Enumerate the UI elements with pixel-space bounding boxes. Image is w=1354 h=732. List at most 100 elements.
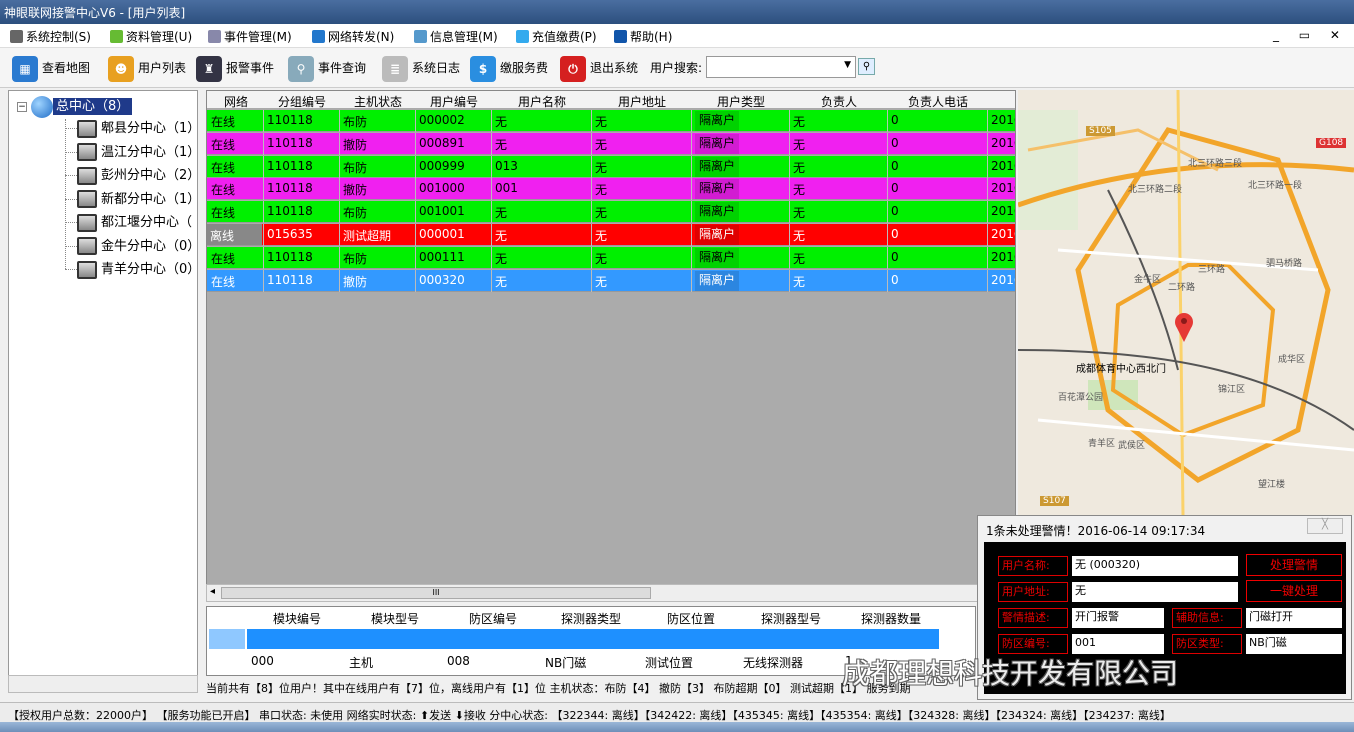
handle-alarm-button[interactable]: 处理警情: [1246, 554, 1342, 576]
tree-node-1[interactable]: 郫县分中心（1）: [65, 117, 200, 139]
grid-col-header[interactable]: 用户名称: [493, 93, 591, 110]
tree-node-5[interactable]: 都江堰分中心（: [65, 211, 192, 233]
map-label: 武侯区: [1118, 441, 1146, 451]
menu-item-7[interactable]: 帮助(H): [614, 28, 672, 45]
toolbar-button-5[interactable]: ≣ 系统日志: [382, 54, 460, 82]
grid-col-header[interactable]: 用户编号: [417, 93, 491, 110]
tree-node-3[interactable]: 彭州分中心（2）: [65, 164, 200, 186]
cell-owner: 无: [793, 183, 806, 198]
tree-node-7[interactable]: 青羊分中心（0）: [65, 258, 200, 280]
toolbar-button-4[interactable]: ⚲ 事件查询: [288, 54, 366, 82]
user-address-field[interactable]: 无: [1072, 582, 1238, 602]
table-row[interactable]: 在线 110118 布防 000999 013 无 隔离户 无 0 2016: [207, 155, 1015, 178]
menu-item-6[interactable]: 充值缴费(P): [516, 28, 597, 45]
grid-horizontal-scrollbar[interactable]: ◂ III: [206, 584, 1016, 602]
detail-col-header[interactable]: 探测器类型: [543, 610, 639, 627]
cell-divider: [887, 224, 888, 246]
toolbar-button-7[interactable]: ⏻ 退出系统: [560, 54, 638, 82]
menu-item-2[interactable]: 资料管理(U): [110, 28, 192, 45]
monitor-icon: [77, 237, 97, 255]
tree-root-node[interactable]: − 总中心（8）: [17, 95, 133, 118]
tree-node-4[interactable]: 新都分中心（1）: [65, 188, 200, 210]
cell-divider: [339, 132, 340, 155]
grid-col-header[interactable]: 主机状态: [341, 93, 415, 110]
detail-col-header[interactable]: 模块型号: [347, 610, 443, 627]
grid-col-header[interactable]: 用户地址: [593, 93, 691, 110]
cell-group: 110118: [267, 158, 313, 173]
toolbar: ▦ 查看地图 ☻ 用户列表 ♜ 报警事件 ⚲ 事件查询 ≣ 系统日志 $ 缴服务费 ⏻ 退出系统 用户搜索:: [0, 48, 1354, 88]
scroll-left-icon[interactable]: ◂: [210, 586, 215, 597]
detail-col-header[interactable]: 模块编号: [249, 610, 345, 627]
cell-divider: [491, 269, 492, 292]
table-row[interactable]: 在线 110118 布防 000002 无 无 隔离户 无 0 2016: [207, 110, 1015, 132]
user-search-input[interactable]: ▼: [706, 56, 856, 78]
cell-phone: 0: [891, 158, 899, 173]
search-button[interactable]: ⚲: [858, 58, 875, 75]
taskbar: [0, 722, 1354, 732]
table-row[interactable]: 在线 110118 布防 001001 无 无 隔离户 无 0 2016: [207, 201, 1015, 224]
toolbar-button-1[interactable]: ▦ 查看地图: [12, 54, 90, 82]
monitor-icon: [77, 166, 97, 185]
menu-bar: 系统控制(S) 资料管理(U) 事件管理(M) 网络转发(N) 信息管理(M) 充值缴费(…: [0, 24, 1354, 48]
close-icon[interactable]: ╳: [1307, 518, 1343, 534]
scroll-thumb[interactable]: III: [221, 587, 651, 599]
detail-col-header[interactable]: 防区编号: [445, 610, 541, 627]
tree-node-label[interactable]: 温江分中心（1）: [101, 145, 200, 160]
tree-node-6[interactable]: 金牛分中心（0）: [65, 235, 200, 257]
table-row[interactable]: 在线 110118 撤防 000320 无 无 隔离户 无 0 2016: [207, 269, 1015, 292]
detail-col-header[interactable]: 探测器型号: [741, 610, 841, 627]
grid-col-header[interactable]: 分组编号: [265, 93, 339, 110]
table-row[interactable]: 离线 015635 测试超期 000001 无 无 隔离户 无 0 2016: [207, 224, 1015, 246]
cell-type: 隔离户: [695, 111, 740, 131]
grid-col-header[interactable]: 网络: [209, 93, 263, 110]
map-view[interactable]: S105 G108 北三环路三段 北三环路二段 北三环路一段 三环路 二环路 成都体育中心西北…: [1018, 90, 1354, 515]
help-icon: [614, 30, 627, 43]
selected-row[interactable]: [247, 629, 939, 649]
table-row[interactable]: 在线 110118 布防 000111 无 无 隔离户 无 0 2016: [207, 246, 1015, 269]
cell-id: 001000: [419, 181, 465, 196]
user-name-field[interactable]: 无 (000320): [1072, 556, 1238, 576]
grid-col-header[interactable]: 负责人电话: [889, 93, 987, 110]
tree-node-2[interactable]: 温江分中心（1）: [65, 141, 200, 163]
toolbar-button-6[interactable]: $ 缴服务费: [470, 54, 548, 82]
menu-item-4[interactable]: 网络转发(N): [312, 28, 394, 45]
window-controls[interactable]: _ ▭ ✕: [1273, 28, 1348, 42]
cell-id: 000002: [419, 113, 465, 127]
menu-item-5[interactable]: 信息管理(M): [414, 28, 498, 45]
search-icon: ⚲: [862, 61, 871, 72]
cell-divider: [691, 132, 692, 155]
cell-divider: [691, 224, 692, 246]
cell-addr: 无: [595, 137, 608, 152]
cell-addr: 无: [595, 251, 608, 266]
center-tree[interactable]: − 总中心（8） 郫县分中心（1） 温江分中心（1） 彭州分中心（2） 新都分中心（1）…: [8, 90, 200, 693]
tree-node-label[interactable]: 青羊分中心（0）: [101, 262, 200, 277]
detail-col-header[interactable]: 探测器数量: [843, 610, 939, 627]
zone-type-field[interactable]: NB门磁: [1246, 634, 1342, 654]
detail-col-header[interactable]: 防区位置: [643, 610, 739, 627]
dropdown-arrow-icon[interactable]: ▼: [844, 60, 851, 70]
zone-number-field[interactable]: 001: [1072, 634, 1164, 654]
tree-horizontal-scrollbar[interactable]: [8, 675, 198, 693]
grid-col-header[interactable]: 负责人: [791, 93, 887, 110]
toolbar-button-3[interactable]: ♜ 报警事件: [196, 54, 274, 82]
one-click-handle-button[interactable]: 一键处理: [1246, 580, 1342, 602]
map-canvas: [1018, 90, 1354, 515]
aux-info-field[interactable]: 门磁打开: [1246, 608, 1342, 628]
map-label: 锦江区: [1218, 385, 1246, 395]
alarm-description-field[interactable]: 开门报警: [1072, 608, 1164, 628]
tree-node-label[interactable]: 彭州分中心（2）: [101, 168, 200, 183]
cell-divider: [789, 178, 790, 201]
table-row[interactable]: 在线 110118 撤防 000891 无 无 隔离户 无 0 2016: [207, 132, 1015, 155]
tree-node-label[interactable]: 新都分中心（1）: [101, 192, 200, 207]
menu-item-3[interactable]: 事件管理(M): [208, 28, 292, 45]
tree-root-label[interactable]: 总中心（8）: [53, 98, 133, 115]
table-row[interactable]: 在线 110118 撤防 001000 001 无 隔离户 无 0 2016: [207, 178, 1015, 201]
selected-row-header[interactable]: [209, 629, 245, 649]
tree-node-label[interactable]: 都江堰分中心（: [101, 215, 192, 230]
toolbar-button-2[interactable]: ☻ 用户列表: [108, 54, 186, 82]
grid-col-header[interactable]: 用户类型: [693, 93, 789, 110]
tree-node-label[interactable]: 金牛分中心（0）: [101, 239, 200, 254]
tree-node-label[interactable]: 郫县分中心（1）: [101, 121, 200, 136]
menu-item-1[interactable]: 系统控制(S): [10, 28, 91, 45]
collapse-icon[interactable]: −: [17, 101, 27, 112]
